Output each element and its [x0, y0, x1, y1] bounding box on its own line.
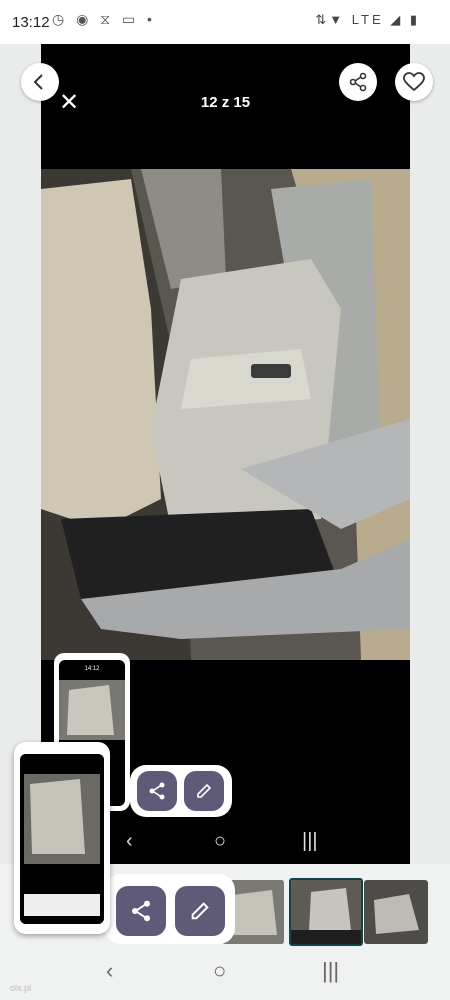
thumbnail-12-selected[interactable] [289, 878, 363, 946]
edit-action-button[interactable] [184, 771, 224, 811]
share-action-button[interactable] [137, 771, 177, 811]
status-bar: 13:12 ◷ ◉ ⧖ ▭ • ⇅▼ LTE ◢ ▮ [0, 0, 450, 44]
thumbnail-image [291, 880, 361, 944]
watermark: olx.pl [10, 983, 32, 993]
recents-nav-icon[interactable]: ||| [322, 958, 339, 984]
share-icon [132, 900, 150, 922]
network-label: LTE [351, 12, 384, 27]
notification-icons: ◷ ◉ ⧖ ▭ • [52, 11, 156, 27]
bottom-share-button[interactable] [116, 886, 166, 936]
thumbnail-13[interactable] [364, 880, 428, 944]
car-seat-photo [41, 169, 410, 660]
back-arrow-icon [33, 74, 43, 90]
home-nav-icon[interactable]: ○ [214, 830, 226, 853]
main-photo[interactable] [41, 169, 410, 660]
status-right-icons: ⇅▼ LTE ◢ ▮ [315, 12, 420, 27]
share-button[interactable] [339, 63, 377, 101]
pencil-icon [197, 783, 212, 798]
back-nav-icon[interactable]: ‹ [126, 830, 133, 853]
share-icon [349, 72, 367, 92]
mini-photo [59, 680, 125, 740]
status-time: 13:12 [12, 14, 50, 31]
mini-counter: 14:12 [84, 666, 100, 672]
screenshot-preview [20, 754, 104, 924]
thumbnail-image [364, 880, 428, 944]
screenshot-preview-image [20, 754, 104, 924]
share-icon [149, 782, 165, 800]
heart-icon [403, 72, 425, 92]
bottom-edit-button[interactable] [175, 886, 225, 936]
home-nav-icon[interactable]: ○ [213, 958, 226, 984]
recents-nav-icon[interactable]: ||| [302, 830, 318, 853]
pencil-icon [191, 902, 209, 920]
favorite-button[interactable] [395, 63, 433, 101]
back-nav-icon[interactable]: ‹ [106, 958, 113, 984]
